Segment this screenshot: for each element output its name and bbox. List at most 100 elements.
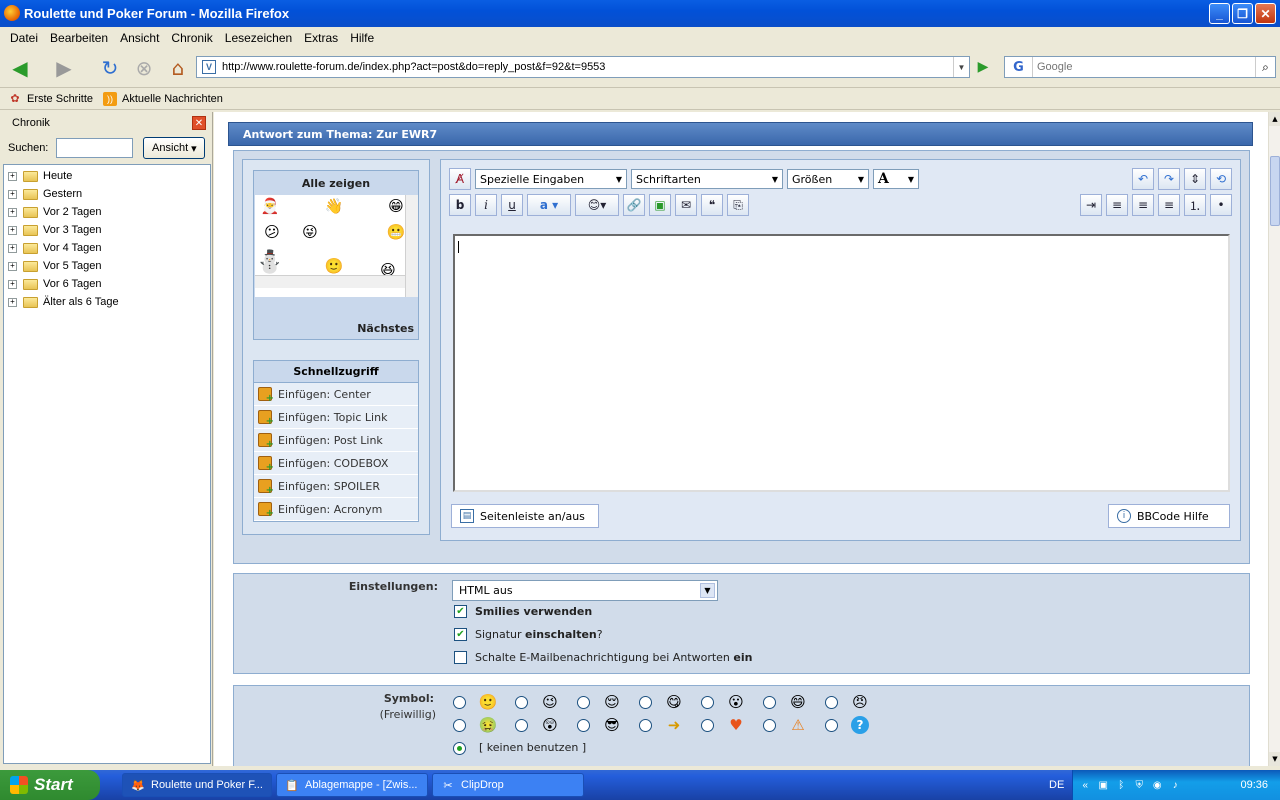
smilies-checkbox[interactable]: ✔ — [454, 605, 467, 618]
menu-datei[interactable]: Datei — [4, 31, 44, 45]
scroll-down-icon[interactable]: ▼ — [1269, 752, 1280, 766]
align-right-icon[interactable]: ≡ — [1158, 194, 1180, 216]
signature-checkbox-row[interactable]: ✔ Signatur einschalten? — [454, 628, 603, 641]
bookmark-aktuelle-nachrichten[interactable]: )) Aktuelle Nachrichten — [103, 91, 223, 106]
stop-icon[interactable]: ⊗ — [130, 54, 158, 82]
text-effect-icon[interactable]: a ▾ — [527, 194, 571, 216]
back-icon[interactable]: ◀ — [6, 54, 34, 82]
shield-icon[interactable]: ⛨ — [1132, 778, 1146, 792]
ordered-list-icon[interactable]: ⒈ — [1184, 194, 1206, 216]
grin-smiley-icon[interactable]: 😁 — [387, 197, 405, 215]
sidebar-search-input[interactable] — [56, 138, 134, 158]
url-bar[interactable]: V http://www.roulette-forum.de/index.php… — [196, 56, 970, 78]
next-smilies-link[interactable]: Nächstes — [357, 322, 414, 335]
task-firefox[interactable]: 🦊 Roulette und Poker F... — [122, 773, 272, 797]
symbol-radio-10[interactable] — [577, 719, 590, 732]
expand-icon[interactable]: + — [8, 297, 17, 307]
expand-icon[interactable]: + — [8, 207, 17, 217]
url-dropdown-icon[interactable]: ▼ — [953, 57, 969, 77]
redo-icon[interactable]: ↷ — [1158, 168, 1180, 190]
signature-checkbox[interactable]: ✔ — [454, 628, 467, 641]
indent-icon[interactable]: ⇥ — [1080, 194, 1102, 216]
align-left-icon[interactable]: ≡ — [1106, 194, 1128, 216]
menu-lesezeichen[interactable]: Lesezeichen — [219, 31, 298, 45]
toggle-sidebar-button[interactable]: ▤ Seitenleiste an/aus — [451, 504, 599, 528]
task-clipboard[interactable]: 📋 Ablagemappe - [Zwis... — [276, 773, 428, 797]
symbol-radio-2[interactable] — [515, 696, 528, 709]
close-button[interactable]: ✕ — [1255, 3, 1276, 24]
smile-smiley-icon[interactable]: 🙂 — [325, 257, 344, 275]
menu-ansicht[interactable]: Ansicht — [114, 31, 165, 45]
expand-icon[interactable]: + — [8, 189, 17, 199]
task-clipdrop[interactable]: ✂ ClipDrop — [432, 773, 584, 797]
font-size-select[interactable]: Größen ▼ — [787, 169, 869, 189]
tree-item-vor-2-tagen[interactable]: + Vor 2 Tagen — [4, 203, 210, 221]
html-mode-select[interactable]: HTML aus ▼ — [452, 580, 718, 601]
notify-checkbox-row[interactable]: Schalte E-Mailbenachrichtigung bei Antwo… — [454, 651, 752, 664]
post-textarea[interactable] — [453, 234, 1230, 492]
insert-quote-icon[interactable]: ❝ — [701, 194, 723, 216]
start-button[interactable]: Start — [0, 770, 100, 800]
quick-insert-spoiler[interactable]: Einfügen: SPOILER — [254, 475, 418, 498]
maximize-button[interactable]: ❐ — [1232, 3, 1253, 24]
symbol-radio-14[interactable] — [825, 719, 838, 732]
forward-icon[interactable]: ▶ — [50, 54, 78, 82]
menu-chronik[interactable]: Chronik — [165, 31, 218, 45]
sneaky-smiley-icon[interactable]: 😜 — [301, 223, 319, 241]
reload-icon[interactable]: ↻ — [96, 54, 124, 82]
insert-email-icon[interactable]: ✉ — [675, 194, 697, 216]
google-icon[interactable]: G — [1005, 57, 1033, 77]
insert-link-icon[interactable]: 🔗 — [623, 194, 645, 216]
show-all-smilies-link[interactable]: Alle zeigen — [254, 171, 418, 195]
tray-arrow-icon[interactable]: « — [1078, 778, 1092, 792]
tree-item-vor-3-tagen[interactable]: + Vor 3 Tagen — [4, 221, 210, 239]
tree-item-vor-4-tagen[interactable]: + Vor 4 Tagen — [4, 239, 210, 257]
tree-item-heute[interactable]: + Heute — [4, 167, 210, 185]
symbol-radio-8[interactable] — [453, 719, 466, 732]
italic-icon[interactable]: i — [475, 194, 497, 216]
sidebar-view-button[interactable]: Ansicht ▾ — [143, 137, 206, 159]
undo-icon[interactable]: ↶ — [1132, 168, 1154, 190]
snowman-smiley-icon[interactable]: ⛄ — [256, 250, 283, 275]
tree-item-gestern[interactable]: + Gestern — [4, 185, 210, 203]
symbol-radio-7[interactable] — [825, 696, 838, 709]
font-color-select[interactable]: A ▼ — [873, 169, 919, 189]
menu-bearbeiten[interactable]: Bearbeiten — [44, 31, 114, 45]
expand-icon[interactable]: + — [8, 225, 17, 235]
menu-hilfe[interactable]: Hilfe — [344, 31, 380, 45]
sad-smiley-icon[interactable]: 😕 — [263, 223, 281, 241]
smilies-vertical-scrollbar[interactable] — [405, 195, 418, 297]
special-input-select[interactable]: Spezielle Eingaben ▼ — [475, 169, 627, 189]
insert-image-icon[interactable]: ▣ — [649, 194, 671, 216]
smilies-horizontal-scrollbar[interactable] — [255, 275, 405, 288]
switch-mode-icon[interactable]: ⟲ — [1210, 168, 1232, 190]
menu-extras[interactable]: Extras — [298, 31, 344, 45]
expand-icon[interactable]: + — [8, 243, 17, 253]
bold-icon[interactable]: b — [449, 194, 471, 216]
font-family-select[interactable]: Schriftarten ▼ — [631, 169, 783, 189]
bbcode-help-button[interactable]: i BBCode Hilfe — [1108, 504, 1230, 528]
quick-insert-center[interactable]: Einfügen: Center — [254, 383, 418, 406]
tree-item-vor-6-tagen[interactable]: + Vor 6 Tagen — [4, 275, 210, 293]
santa-smiley-icon[interactable]: 🎅 — [261, 197, 280, 215]
sidebar-close-icon[interactable]: ✕ — [192, 116, 206, 130]
align-center-icon[interactable]: ≡ — [1132, 194, 1154, 216]
language-indicator[interactable]: DE — [1049, 779, 1064, 791]
symbol-radio-13[interactable] — [763, 719, 776, 732]
teeth-smiley-icon[interactable]: 😬 — [387, 223, 405, 241]
symbol-radio-9[interactable] — [515, 719, 528, 732]
bluetooth-icon[interactable]: ᛒ — [1114, 778, 1128, 792]
bookmark-erste-schritte[interactable]: ✿ Erste Schritte — [8, 92, 93, 106]
scroll-thumb[interactable] — [1270, 156, 1280, 226]
network-icon[interactable]: ▣ — [1096, 778, 1110, 792]
search-input[interactable] — [1033, 61, 1255, 73]
scroll-up-icon[interactable]: ▲ — [1269, 112, 1280, 126]
tree-item-vor-5-tagen[interactable]: + Vor 5 Tagen — [4, 257, 210, 275]
bullet-list-icon[interactable]: • — [1210, 194, 1232, 216]
minimize-button[interactable]: _ — [1209, 3, 1230, 24]
go-icon[interactable]: ▶ — [974, 58, 992, 76]
quick-insert-post-link[interactable]: Einfügen: Post Link — [254, 429, 418, 452]
search-icon[interactable]: ⌕ — [1255, 57, 1275, 77]
symbol-radio-11[interactable] — [639, 719, 652, 732]
smilies-checkbox-row[interactable]: ✔ Smilies verwenden — [454, 605, 592, 618]
